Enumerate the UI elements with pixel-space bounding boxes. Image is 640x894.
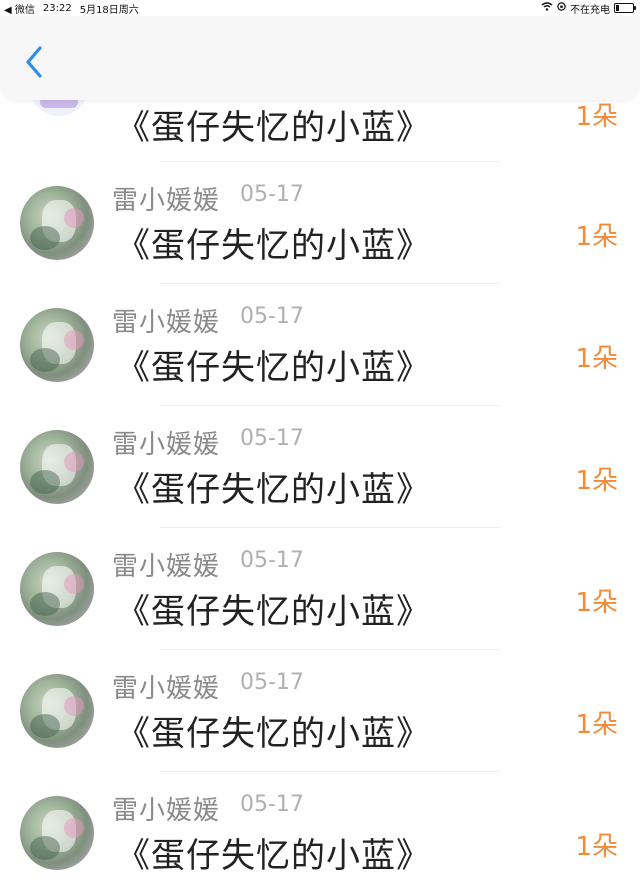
flower-count: 1朵 [575,832,618,862]
item-date: 05-17 [240,182,304,207]
avatar[interactable] [20,552,94,626]
list-item[interactable]: 雷小媛媛 05-17 《蛋仔失忆的小蓝》 1朵 [0,406,640,528]
username[interactable]: 雷小媛媛 [112,668,220,705]
list-item[interactable]: 雷小媛媛 05-17 《蛋仔失忆的小蓝》 1朵 [0,772,640,894]
flower-count: 1朵 [575,222,618,252]
item-title: 《蛋仔失忆的小蓝》 [116,470,431,510]
flower-count: 1朵 [575,588,618,618]
item-title: 《蛋仔失忆的小蓝》 [116,592,431,632]
chevron-left-icon [24,46,44,82]
list-item[interactable]: 雷小媛媛 05-17 《蛋仔失忆的小蓝》 1朵 [0,284,640,406]
gift-list: 《蛋仔失忆的小蓝》 1朵 雷小媛媛 05-17 《蛋仔失忆的小蓝》 1朵 雷小媛… [0,38,640,894]
username[interactable]: 雷小媛媛 [112,424,220,461]
item-date: 05-17 [240,792,304,817]
wifi-icon [541,2,553,14]
list-item[interactable]: 雷小媛媛 05-17 《蛋仔失忆的小蓝》 1朵 [0,162,640,284]
flower-count: 1朵 [575,710,618,740]
flower-count: 1朵 [575,466,618,496]
list-item[interactable]: 雷小媛媛 05-17 《蛋仔失忆的小蓝》 1朵 [0,650,640,772]
username[interactable]: 雷小媛媛 [112,302,220,339]
avatar[interactable] [20,674,94,748]
item-title: 《蛋仔失忆的小蓝》 [116,348,431,388]
status-bar: ◀ 微信 23:22 5月18日周六 不在充电 [0,0,640,16]
username[interactable]: 雷小媛媛 [112,546,220,583]
back-button[interactable] [18,44,50,84]
item-title: 《蛋仔失忆的小蓝》 [116,108,431,148]
battery-icon [614,3,636,13]
item-date: 05-17 [240,304,304,329]
item-date: 05-17 [240,426,304,451]
username[interactable]: 雷小媛媛 [112,180,220,217]
username[interactable]: 雷小媛媛 [112,790,220,827]
charging-status: 不在充电 [570,4,610,16]
flower-count: 1朵 [575,344,618,374]
item-title: 《蛋仔失忆的小蓝》 [116,714,431,754]
orientation-lock-icon [557,2,566,14]
avatar[interactable] [20,186,94,260]
back-to-app-link[interactable]: ◀ 微信 [4,1,35,16]
avatar[interactable] [20,430,94,504]
item-title: 《蛋仔失忆的小蓝》 [116,226,431,266]
nav-bar [0,16,640,100]
list-item[interactable]: 雷小媛媛 05-17 《蛋仔失忆的小蓝》 1朵 [0,528,640,650]
avatar[interactable] [20,796,94,870]
status-time: 23:22 [42,2,72,14]
avatar[interactable] [20,308,94,382]
flower-count: 1朵 [575,102,618,132]
item-date: 05-17 [240,670,304,695]
status-date: 5月18日周六 [79,4,139,16]
item-date: 05-17 [240,548,304,573]
